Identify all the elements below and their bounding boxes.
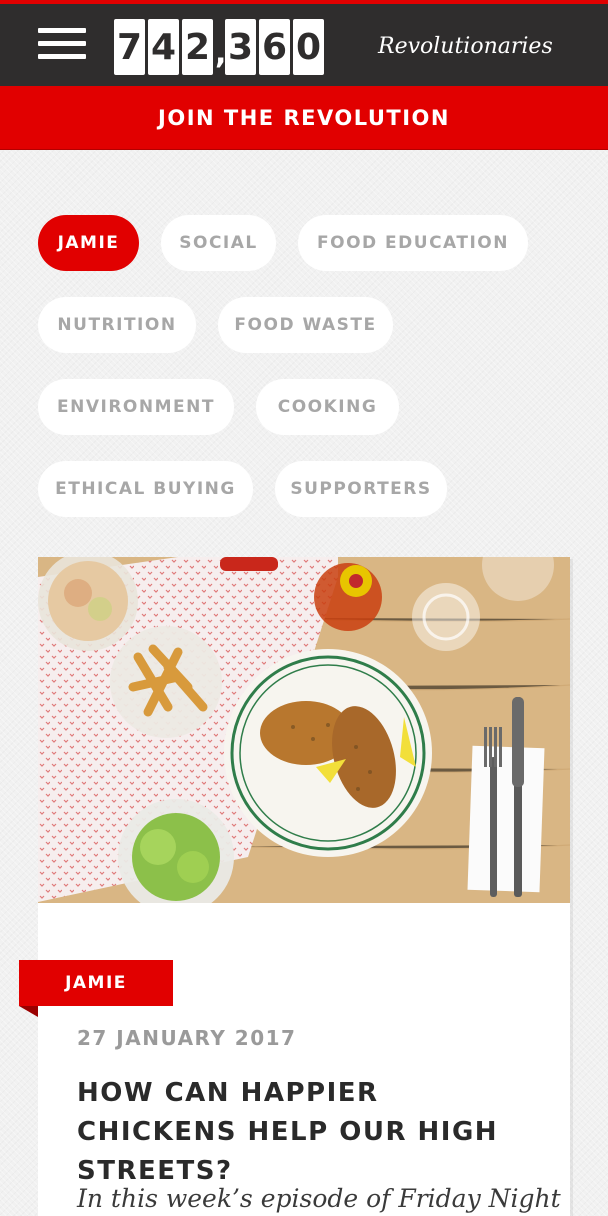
join-revolution-button[interactable]: JOIN THE REVOLUTION (0, 86, 608, 150)
top-bar: 7 4 2 , 3 6 0 Revolutionaries (0, 0, 608, 86)
counter-label: Revolutionaries (378, 34, 553, 59)
category-pill-jamie[interactable]: JAMIE (38, 215, 139, 271)
counter-digit: 2 (182, 19, 213, 75)
join-revolution-label: JOIN THE REVOLUTION (158, 105, 450, 130)
counter-digit: 7 (114, 19, 145, 75)
counter-digit: 0 (293, 19, 324, 75)
counter-digit: 6 (259, 19, 290, 75)
tag-fold (19, 1006, 38, 1017)
category-pill-food-education[interactable]: FOOD EDUCATION (298, 215, 528, 271)
article-excerpt: In this week’s episode of Friday Night (77, 1184, 561, 1213)
article-category-tag[interactable]: JAMIE (19, 960, 173, 1006)
article-title[interactable]: HOW CAN HAPPIER CHICKENS HELP OUR HIGH S… (77, 1074, 537, 1191)
category-pill-nutrition[interactable]: NUTRITION (38, 297, 196, 353)
article-date: 27 JANUARY 2017 (77, 1026, 297, 1050)
category-pill-cooking[interactable]: COOKING (256, 379, 399, 435)
counter-separator: , (215, 36, 227, 71)
counter-digit: 3 (225, 19, 256, 75)
category-pill-environment[interactable]: ENVIRONMENT (38, 379, 234, 435)
category-pill-supporters[interactable]: SUPPORTERS (275, 461, 447, 517)
article-image[interactable] (38, 557, 570, 903)
category-pill-food-waste[interactable]: FOOD WASTE (218, 297, 393, 353)
category-pill-social[interactable]: SOCIAL (161, 215, 276, 271)
revolutionaries-counter: 7 4 2 , 3 6 0 (114, 19, 327, 75)
counter-digit: 4 (148, 19, 179, 75)
category-pill-ethical-buying[interactable]: ETHICAL BUYING (38, 461, 253, 517)
menu-icon[interactable] (38, 28, 86, 62)
